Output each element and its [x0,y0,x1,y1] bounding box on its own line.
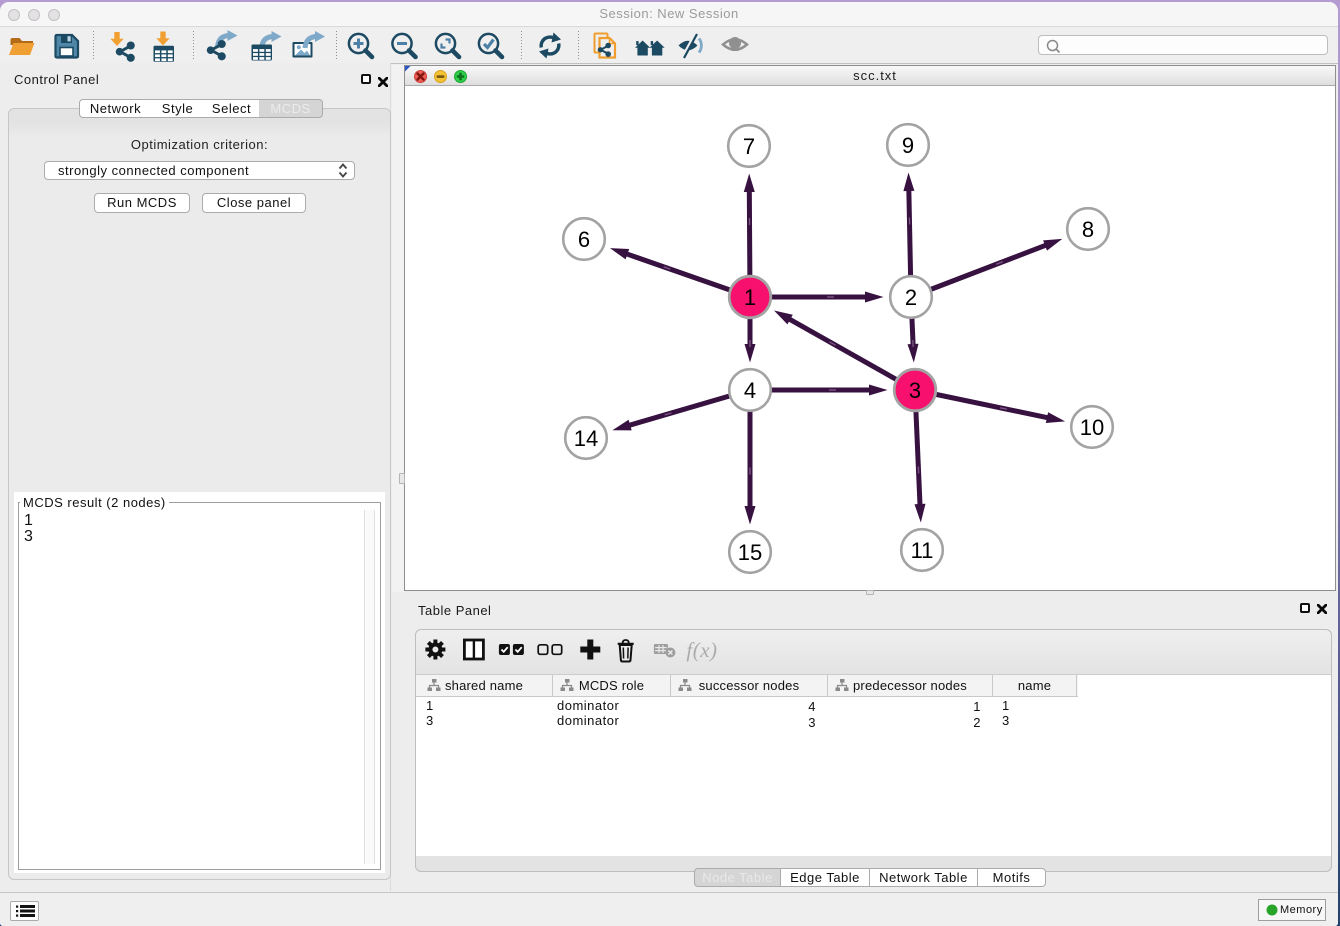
svg-text:8: 8 [1082,217,1094,242]
svg-text:14: 14 [574,426,598,451]
svg-text:9: 9 [902,133,914,158]
svg-text:1: 1 [744,285,756,310]
svg-text:11: 11 [911,538,934,563]
svg-text:15: 15 [738,540,762,565]
svg-text:3: 3 [909,378,921,403]
svg-text:6: 6 [578,227,590,252]
svg-text:4: 4 [744,378,756,403]
svg-text:f(x): f(x) [686,638,717,662]
svg-text:7: 7 [743,134,755,159]
svg-text:2: 2 [905,285,917,310]
svg-text:10: 10 [1080,415,1104,440]
